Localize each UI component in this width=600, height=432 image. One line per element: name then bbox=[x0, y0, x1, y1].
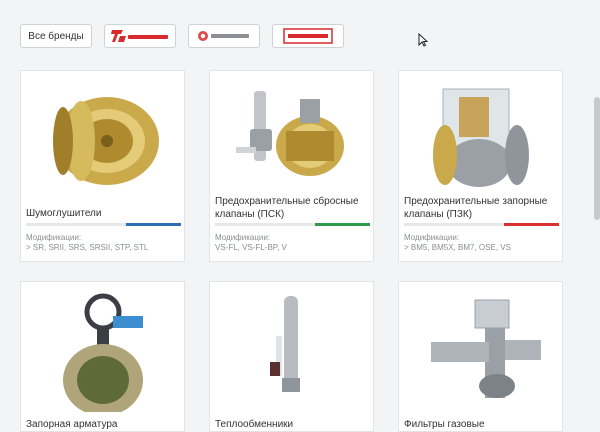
brand-tartarini-button[interactable] bbox=[104, 24, 176, 48]
card-title: Предохранительные сбросные клапаны (ПСК) bbox=[215, 196, 359, 220]
shutoff-valve-product-image bbox=[433, 88, 529, 187]
card-divider bbox=[215, 223, 370, 226]
gas-filter-product-image bbox=[431, 299, 541, 398]
product-card-silencers[interactable]: Шумоглушители Модификации: > SR, SRII, S… bbox=[20, 70, 185, 262]
francel-logo-icon bbox=[198, 31, 249, 41]
card-title: Предохранительные запорные клапаны (ПЗК) bbox=[404, 196, 548, 220]
modifications-values: > SR, SRII, SRS, SRSII, STP, STL bbox=[26, 243, 149, 252]
product-card-pzk[interactable]: Предохранительные запорные клапаны (ПЗК)… bbox=[398, 70, 563, 262]
all-brands-button[interactable]: Все бренды bbox=[20, 24, 92, 48]
brand-francel-button[interactable] bbox=[188, 24, 260, 48]
modifications-label: Модификации: bbox=[215, 233, 271, 242]
product-card-psk[interactable]: Предохранительные сбросные клапаны (ПСК)… bbox=[209, 70, 374, 262]
product-card-gas-filters[interactable]: Фильтры газовые bbox=[398, 281, 563, 432]
modifications-values: > BM5, BM5X, BM7, OSE, VS bbox=[404, 243, 511, 252]
mouse-cursor-icon bbox=[418, 33, 428, 47]
relief-valve-product-image bbox=[236, 91, 344, 176]
card-divider bbox=[404, 223, 559, 226]
card-title: Теплообменники bbox=[215, 419, 294, 430]
page-scrollbar[interactable] bbox=[594, 0, 600, 432]
tartarini-logo-icon bbox=[111, 30, 168, 42]
card-title: Шумоглушители bbox=[26, 208, 102, 219]
silencer-product-image bbox=[53, 97, 159, 185]
modifications-label: Модификации: bbox=[26, 233, 82, 242]
card-divider bbox=[26, 223, 181, 226]
brand-filter-bar: Все бренды bbox=[20, 24, 344, 48]
scrollbar-thumb[interactable] bbox=[594, 97, 600, 220]
fisher-logo-icon bbox=[283, 28, 333, 44]
modifications-label: Модификации: bbox=[404, 233, 460, 242]
brand-fisher-button[interactable] bbox=[272, 24, 344, 48]
product-card-shutoff-fittings[interactable]: Запорная арматура bbox=[20, 281, 185, 432]
heat-exchanger-product-image bbox=[270, 296, 300, 392]
butterfly-valve-product-image bbox=[63, 293, 143, 412]
card-title: Запорная арматура bbox=[26, 419, 118, 430]
modifications-values: VS-FL, VS-FL-BP, V bbox=[215, 243, 287, 252]
card-title: Фильтры газовые bbox=[404, 419, 485, 430]
product-card-heat-exchangers[interactable]: Теплообменники bbox=[209, 281, 374, 432]
